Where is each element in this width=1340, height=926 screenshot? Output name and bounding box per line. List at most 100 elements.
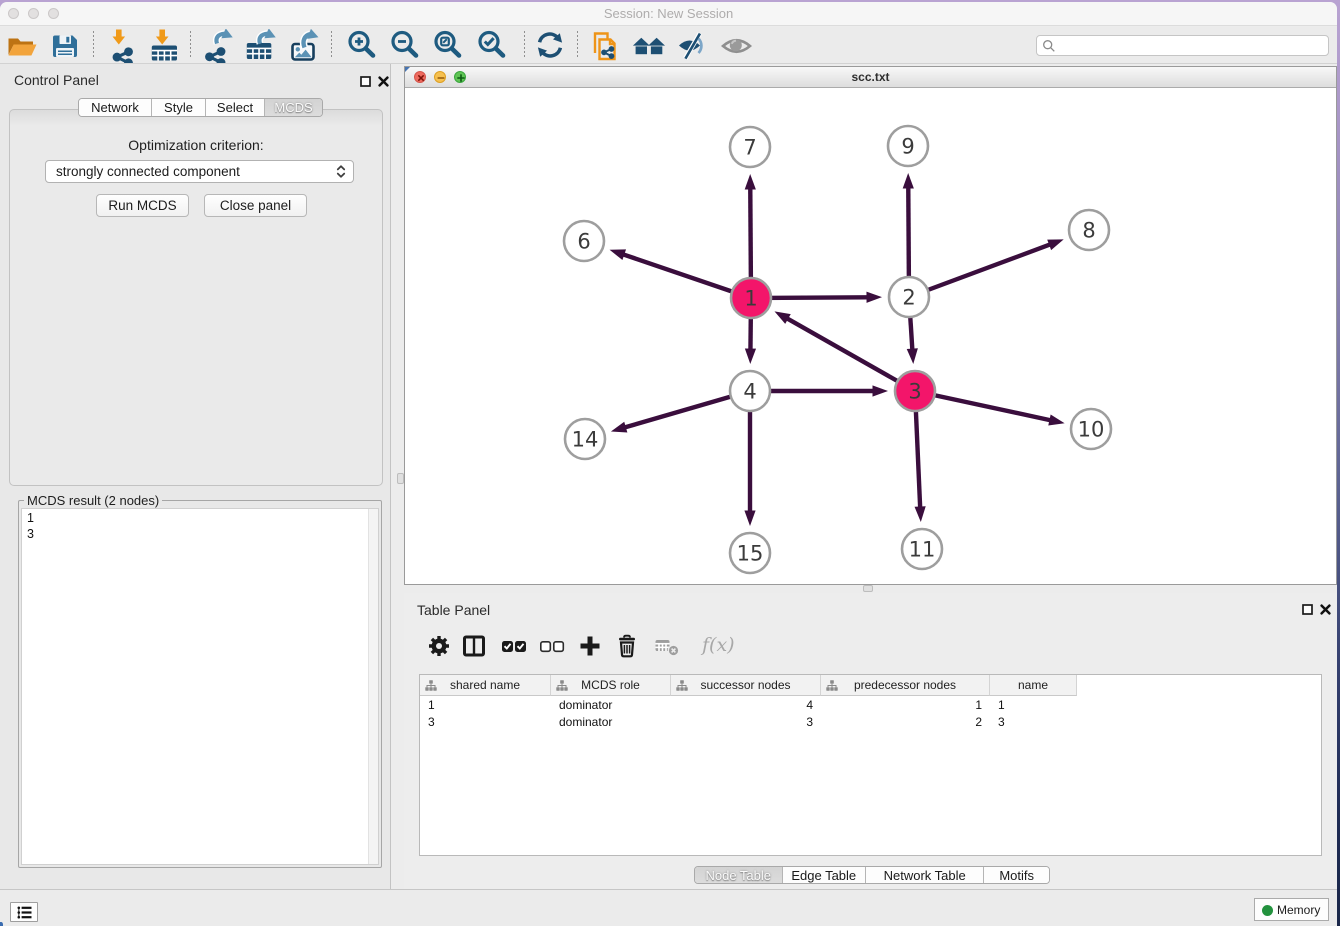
home-button[interactable]	[632, 29, 666, 63]
zoom-out-button[interactable]	[389, 29, 423, 63]
tab-network-table[interactable]: Network Table	[865, 867, 983, 883]
dropdown-arrows-icon	[334, 164, 348, 179]
add-column-button[interactable]	[577, 633, 603, 659]
graph-node-3[interactable]: 3	[895, 371, 935, 411]
graph-node-1[interactable]: 1	[731, 278, 771, 318]
search-input[interactable]	[1036, 35, 1329, 56]
graph-node-15[interactable]: 15	[730, 533, 770, 573]
table-panel-close-button[interactable]	[1320, 602, 1331, 613]
table-panel-float-button[interactable]	[1302, 602, 1313, 613]
graph-edge-arrow	[745, 174, 756, 190]
table-settings-button[interactable]	[426, 633, 452, 659]
zoom-fit-button[interactable]	[432, 29, 466, 63]
import-network-button[interactable]	[105, 29, 139, 63]
column-header-MCDS-role[interactable]: MCDS role	[551, 675, 671, 696]
table-row[interactable]: 1dominator411	[420, 696, 1321, 713]
tab-network[interactable]: Network	[79, 99, 151, 116]
tab-edge-table[interactable]: Edge Table	[782, 867, 866, 883]
graph-node-14[interactable]: 14	[565, 419, 605, 459]
refresh-button[interactable]	[533, 29, 567, 63]
horizontal-splitter-handle[interactable]	[863, 585, 873, 592]
open-session-button[interactable]	[5, 29, 39, 63]
hide-graphics-details-button[interactable]	[676, 29, 710, 63]
table-cell: 1	[420, 696, 551, 713]
column-header-successor-nodes[interactable]: successor nodes	[671, 675, 821, 696]
table-row[interactable]: 3dominator323	[420, 713, 1321, 730]
graph-edge-2-8[interactable]	[909, 244, 1050, 297]
graph-edge-arrow	[873, 385, 889, 396]
control-panel-title: Control Panel	[14, 72, 99, 88]
column-header-name[interactable]: name	[990, 675, 1077, 696]
tab-style[interactable]: Style	[151, 99, 205, 116]
table-cell: dominator	[551, 713, 671, 730]
graph-node-label: 6	[577, 230, 590, 254]
graph-edge-arrow	[903, 173, 914, 189]
mcds-result-title: MCDS result (2 nodes)	[24, 493, 162, 508]
graph-node-11[interactable]: 11	[902, 529, 942, 569]
save-session-button[interactable]	[48, 29, 82, 63]
control-panel-float-button[interactable]	[360, 74, 371, 85]
memory-status-icon	[1262, 905, 1273, 916]
select-all-columns-button[interactable]	[501, 633, 527, 659]
graph-node-6[interactable]: 6	[564, 221, 604, 261]
control-panel: Control Panel NetworkStyleSelectMCDS Opt…	[0, 64, 391, 889]
tab-mcds[interactable]: MCDS	[264, 99, 322, 116]
table-cell: 1	[821, 696, 990, 713]
function-builder-button: f(x)	[702, 634, 735, 656]
mcds-result-scrollbar[interactable]	[368, 509, 378, 864]
column-header-predecessor-nodes[interactable]: predecessor nodes	[821, 675, 990, 696]
run-mcds-button[interactable]: Run MCDS	[96, 194, 189, 217]
mcds-result-textarea[interactable]: 13	[21, 508, 379, 865]
memory-button-label: Memory	[1277, 903, 1320, 917]
table-cell: 3	[420, 713, 551, 730]
graph-node-10[interactable]: 10	[1071, 409, 1111, 449]
delete-table-button	[654, 633, 680, 659]
task-history-button[interactable]	[10, 902, 38, 922]
export-table-button[interactable]	[244, 29, 278, 63]
tab-select[interactable]: Select	[205, 99, 264, 116]
network-view-window: scc.txt 1 2 3 4 6 7 8 9 10 11 14 15	[404, 66, 1337, 585]
app-window: Session: New Session Control Panel Netwo	[0, 2, 1337, 926]
tab-node-table[interactable]: Node Table	[695, 867, 782, 883]
delete-column-button[interactable]	[614, 633, 640, 659]
toolbar-separator	[577, 31, 578, 59]
memory-button[interactable]: Memory	[1254, 898, 1329, 921]
window-title: Session: New Session	[0, 6, 1337, 21]
zoom-selected-button[interactable]	[476, 29, 510, 63]
export-image-button[interactable]	[288, 29, 322, 63]
desktop-dock-speck	[0, 922, 3, 926]
graph-node-7[interactable]: 7	[730, 127, 770, 167]
graph-node-label: 10	[1078, 418, 1105, 442]
vertical-splitter-handle[interactable]	[397, 473, 404, 484]
main-toolbar	[0, 27, 1337, 64]
node-table[interactable]: shared nameMCDS rolesuccessor nodesprede…	[419, 674, 1322, 856]
graph-node-8[interactable]: 8	[1069, 210, 1109, 250]
network-window-title: scc.txt	[405, 70, 1336, 84]
export-network-button[interactable]	[202, 29, 236, 63]
close-panel-button[interactable]: Close panel	[204, 194, 307, 217]
split-columns-button[interactable]	[461, 633, 487, 659]
table-cell: 3	[671, 713, 821, 730]
graph-node-2[interactable]: 2	[889, 277, 929, 317]
tab-motifs[interactable]: Motifs	[983, 867, 1049, 883]
task-list-icon	[17, 906, 32, 919]
network-graph-canvas[interactable]: 1 2 3 4 6 7 8 9 10 11 14 15	[405, 88, 1336, 584]
new-network-from-selection-button[interactable]	[588, 29, 622, 63]
deselect-all-columns-button[interactable]	[539, 633, 565, 659]
criterion-dropdown-value: strongly connected component	[56, 164, 240, 179]
criterion-dropdown[interactable]: strongly connected component	[45, 160, 354, 183]
graph-edge-3-1[interactable]	[787, 318, 915, 391]
search-icon	[1042, 39, 1056, 53]
graph-node-label: 11	[909, 538, 936, 562]
status-bar: Memory	[0, 889, 1337, 926]
graph-node-4[interactable]: 4	[730, 371, 770, 411]
mcds-result-group: MCDS result (2 nodes) 13	[18, 500, 382, 868]
zoom-in-button[interactable]	[346, 29, 380, 63]
graph-node-label: 14	[572, 428, 599, 452]
mcds-result-lines: 13	[27, 510, 34, 542]
control-panel-close-button[interactable]	[378, 74, 389, 85]
show-graphics-details-button[interactable]	[720, 29, 754, 63]
column-header-shared-name[interactable]: shared name	[420, 675, 551, 696]
import-table-button[interactable]	[148, 29, 182, 63]
graph-node-9[interactable]: 9	[888, 126, 928, 166]
